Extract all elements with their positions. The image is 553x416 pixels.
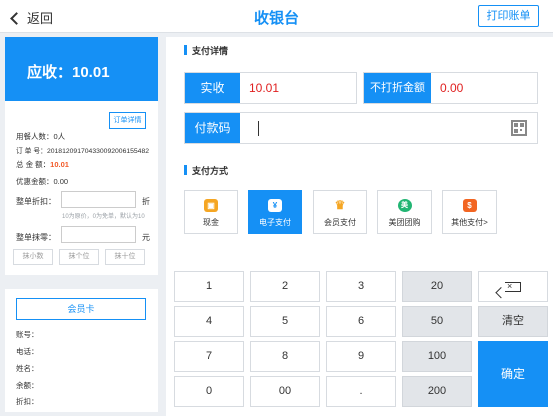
text-cursor: [258, 121, 259, 136]
member-name: 姓名：: [16, 364, 39, 373]
key-0[interactable]: 0: [174, 376, 244, 407]
whole-discount-input[interactable]: [61, 191, 136, 208]
round-tens-button[interactable]: 抹十位: [105, 249, 145, 265]
pay-method-label: 电子支付: [259, 218, 291, 227]
total-label: 总 金 额：: [16, 160, 51, 169]
whole-discount-label: 整单折扣：: [16, 197, 56, 206]
key-00[interactable]: 00: [250, 376, 320, 407]
confirm-button[interactable]: 确定: [478, 341, 548, 407]
backspace-icon: ×: [505, 281, 521, 292]
round-off-input[interactable]: [61, 226, 136, 243]
member-discount: 折扣：: [16, 397, 39, 406]
pay-code-label: 付款码: [185, 113, 240, 143]
amount-due: 应收：10.01: [5, 37, 158, 101]
page-title: 收银台: [253, 10, 299, 27]
key-4[interactable]: 4: [174, 306, 244, 337]
key-9[interactable]: 9: [326, 341, 396, 372]
key-1[interactable]: 1: [174, 271, 244, 302]
key-2[interactable]: 2: [250, 271, 320, 302]
order-number: 订 单 号：20181209170433009200615548​2: [16, 148, 150, 155]
top-bar: 返回 收银台 打印账单: [0, 0, 553, 33]
yen-icon: ¥: [268, 199, 282, 212]
pay-method-cash[interactable]: ▣ 现金: [184, 190, 238, 234]
clear-button[interactable]: 清空: [478, 306, 548, 337]
pay-code-field[interactable]: 付款码: [184, 112, 538, 144]
crown-icon: ♛: [334, 198, 346, 212]
key-8[interactable]: 8: [250, 341, 320, 372]
member-account: 账号：: [16, 330, 39, 339]
order-summary-panel: 应收：10.01 订单详情 用餐人数：0人 订 单 号：201812091704…: [5, 37, 158, 275]
pay-method-label: 美团团购: [388, 218, 421, 227]
round-off-label: 整单抹零：: [16, 233, 56, 242]
key-7[interactable]: 7: [174, 341, 244, 372]
no-discount-label: 不打折金额: [364, 73, 431, 103]
discount-amount: 优惠金额：0.00: [16, 177, 69, 186]
pay-method-member[interactable]: ♛ 会员支付: [313, 190, 367, 234]
total-amount: 总 金 额：10.01: [16, 159, 69, 170]
round-units-button[interactable]: 抹个位: [59, 249, 99, 265]
key-100[interactable]: 100: [402, 341, 472, 372]
meituan-icon: 美: [397, 199, 412, 212]
no-discount-value: 0.00: [440, 81, 464, 95]
member-card-button[interactable]: 会员卡: [16, 298, 146, 320]
pay-method-electronic[interactable]: ¥ 电子支付: [248, 190, 302, 234]
pay-method-other[interactable]: $ 其他支付>: [442, 190, 497, 234]
pay-method-label: 其他支付>: [451, 218, 488, 227]
received-label: 实收: [185, 73, 240, 103]
round-decimal-button[interactable]: 抹小数: [13, 249, 53, 265]
print-bill-button[interactable]: 打印账单: [478, 5, 539, 27]
other-pay-icon: $: [462, 199, 477, 212]
key-50[interactable]: 50: [402, 306, 472, 337]
backspace-button[interactable]: ×: [478, 271, 548, 302]
no-discount-field[interactable]: 不打折金额 0.00: [363, 72, 538, 104]
qr-scan-icon[interactable]: [511, 120, 527, 136]
member-panel: 会员卡 账号： 电话： 姓名： 余额： 折扣：: [5, 289, 158, 412]
key-dot[interactable]: .: [326, 376, 396, 407]
key-6[interactable]: 6: [326, 306, 396, 337]
payment-method-title: 支付方式: [184, 164, 228, 177]
received-field[interactable]: 实收 10.01: [184, 72, 357, 104]
key-3[interactable]: 3: [326, 271, 396, 302]
cash-icon: ▣: [204, 199, 218, 212]
order-detail-button[interactable]: 订单详情: [109, 112, 146, 129]
pay-method-label: 现金: [203, 218, 219, 227]
member-balance: 余额：: [16, 381, 39, 390]
key-5[interactable]: 5: [250, 306, 320, 337]
discount-hint: 10为原价，0为免单，默认为10: [62, 214, 145, 220]
member-phone: 电话：: [16, 347, 39, 356]
discount-suffix: 折: [142, 197, 150, 206]
numeric-keypad: 1 2 3 20 × 4 5 6 50 清空 7 8 9 100 确定 0 00…: [174, 269, 553, 416]
payment-detail-title: 支付详情: [184, 44, 228, 57]
pay-method-label: 会员支付: [324, 218, 356, 227]
round-off-suffix: 元: [142, 233, 150, 242]
total-value: 10.01: [50, 160, 69, 169]
key-200[interactable]: 200: [402, 376, 472, 407]
diners-count: 用餐人数：0人: [16, 132, 66, 141]
received-value: 10.01: [249, 81, 280, 95]
key-20[interactable]: 20: [402, 271, 472, 302]
pay-method-meituan[interactable]: 美 美团团购: [377, 190, 432, 234]
